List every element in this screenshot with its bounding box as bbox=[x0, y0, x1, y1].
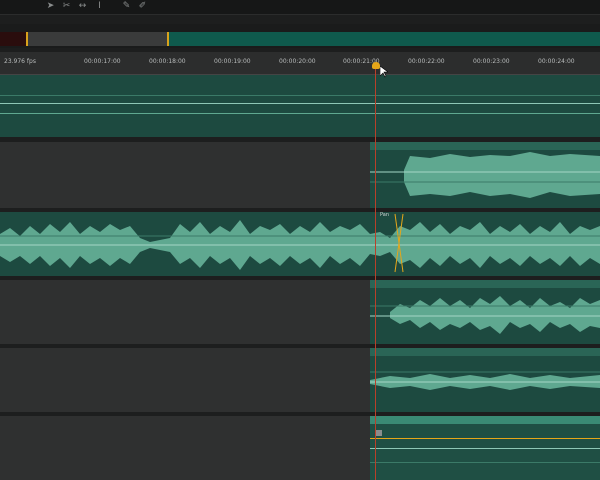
crossfade-label: Pan bbox=[380, 212, 390, 218]
clip-fx-icon[interactable] bbox=[376, 430, 382, 436]
track-lane-6[interactable] bbox=[0, 416, 600, 480]
track-lane-1[interactable] bbox=[0, 75, 600, 137]
time-ruler[interactable]: 23.976 fps 00:00:17:00 00:00:18:00 00:00… bbox=[0, 52, 600, 75]
timecode-label: 00:00:20:00 bbox=[279, 58, 316, 65]
track-lane-3[interactable]: Pan bbox=[0, 212, 600, 276]
razor-tool-icon[interactable]: ✂ bbox=[60, 1, 73, 12]
time-select-tool-icon[interactable]: I bbox=[93, 1, 106, 12]
toolbar: ➤ ✂ ↔ I ✎ ✐ bbox=[0, 0, 600, 15]
timecode-label: 00:00:22:00 bbox=[408, 58, 445, 65]
playhead-line[interactable] bbox=[375, 68, 376, 480]
clip-waveform bbox=[370, 152, 600, 198]
spot-heal-tool-icon[interactable]: ✎ bbox=[120, 1, 133, 12]
timecode-label: 00:00:17:00 bbox=[84, 58, 121, 65]
playhead-handle[interactable] bbox=[372, 62, 380, 69]
visible-range-handle[interactable] bbox=[26, 32, 169, 46]
track-lane-2[interactable] bbox=[0, 142, 600, 208]
audio-clip[interactable] bbox=[370, 348, 600, 412]
mouse-cursor-icon bbox=[380, 66, 388, 78]
track-lane-4[interactable] bbox=[0, 280, 600, 344]
audio-clip[interactable] bbox=[370, 280, 600, 344]
track-lane-5[interactable] bbox=[0, 348, 600, 412]
timecode-label: 00:00:24:00 bbox=[538, 58, 575, 65]
overview-start bbox=[0, 32, 26, 46]
audio-clip[interactable] bbox=[370, 416, 600, 480]
slip-tool-icon[interactable]: ↔ bbox=[76, 1, 89, 12]
clip-waveform bbox=[370, 371, 600, 390]
timecode-label: 00:00:19:00 bbox=[214, 58, 251, 65]
brush-tool-icon[interactable]: ✐ bbox=[136, 1, 149, 12]
selection-tool-icon[interactable]: ➤ bbox=[44, 1, 57, 12]
fps-label: 23.976 fps bbox=[4, 58, 36, 65]
timecode-label: 00:00:18:00 bbox=[149, 58, 186, 65]
audio-clip[interactable] bbox=[370, 142, 600, 208]
zoom-navigator[interactable] bbox=[0, 24, 600, 48]
timecode-label: 00:00:23:00 bbox=[473, 58, 510, 65]
clip-waveform bbox=[0, 213, 600, 273]
clip-waveform bbox=[370, 296, 600, 334]
